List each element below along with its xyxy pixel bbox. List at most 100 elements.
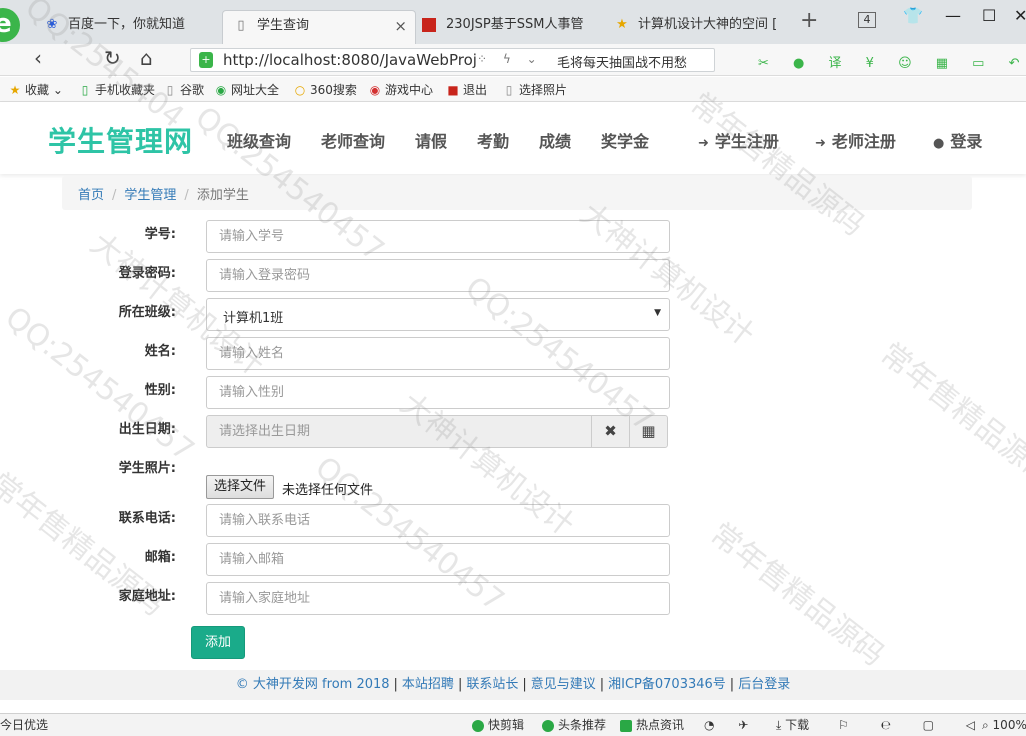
menu-grades[interactable]: 成绩 (539, 128, 571, 152)
site-brand[interactable]: 学生管理网 (48, 120, 193, 160)
page-icon: ▯ (166, 83, 174, 97)
choose-file-button[interactable]: 选择文件 (206, 475, 275, 499)
bookmark-mobile[interactable]: ▯ 手机收藏夹 (78, 81, 155, 98)
footer-recruit-link[interactable]: 本站招聘 (402, 677, 454, 692)
gender-input[interactable] (206, 376, 670, 409)
footer-separator: | (599, 677, 605, 692)
bookmark-exit[interactable]: ■ 退出 (446, 81, 487, 98)
address-news[interactable]: 毛将每天抽国战不用愁 (557, 52, 687, 71)
breadcrumb-home[interactable]: 首页 (78, 188, 104, 203)
tab-count-badge[interactable]: 4 (858, 12, 876, 28)
maximize-icon[interactable]: ☐ (982, 6, 996, 25)
menu-teacher-register[interactable]: ➜ 老师注册 (815, 128, 896, 152)
bookmark-360[interactable]: ○ 360搜索 (293, 81, 357, 98)
home-icon[interactable]: ⌂ (140, 46, 153, 70)
address-label: 家庭地址: (118, 589, 176, 604)
play-icon (472, 719, 484, 732)
status-extra-icons[interactable]: ⚐ ℮ ▢ ◁ (838, 714, 989, 736)
menu-student-register[interactable]: ➜ 学生注册 (698, 128, 779, 152)
calendar-icon[interactable]: ▦ (629, 415, 668, 448)
minimize-icon[interactable]: — (945, 6, 961, 25)
browser-logo-icon: e (0, 8, 20, 42)
search-360-icon: ○ (294, 83, 306, 97)
tab-space[interactable]: ★ 计算机设计大神的空间 [ (604, 10, 794, 44)
close-window-icon[interactable]: ✕ (1014, 6, 1026, 25)
bookmark-photos[interactable]: ▯ 选择照片 (502, 81, 567, 98)
bookmark-label: 选择照片 (519, 83, 568, 97)
status-headlines[interactable]: 头条推荐 (542, 714, 606, 736)
status-label: 热点资讯 (636, 718, 685, 732)
footer-copyright[interactable]: © 大神开发网 from 2018 (236, 677, 390, 692)
bookmark-label: 手机收藏夹 (95, 83, 156, 97)
new-tab-icon[interactable]: + (800, 8, 818, 33)
menu-label: 学生注册 (714, 132, 779, 151)
address-bar[interactable]: + http://localhost:8080/JavaWebProj ⁘ ϟ … (190, 48, 715, 72)
add-button[interactable]: 添加 (191, 626, 245, 659)
clear-date-icon[interactable]: ✖ (591, 415, 630, 448)
footer-separator: | (522, 677, 527, 692)
status-hot-news[interactable]: 热点资讯 (620, 714, 684, 736)
tab-title: 计算机设计大神的空间 [ (638, 17, 778, 32)
name-label: 姓名: (144, 344, 176, 359)
menu-leave[interactable]: 请假 (415, 128, 447, 152)
menu-class-query[interactable]: 班级查询 (227, 128, 291, 152)
tab-student-query[interactable]: ▯ 学生查询 × (222, 10, 416, 44)
address-tools-icon[interactable]: ⁘ ϟ ⌄ (477, 52, 543, 66)
breadcrumb-student-management[interactable]: 学生管理 (124, 188, 176, 203)
email-input[interactable] (206, 543, 670, 576)
bookmark-games[interactable]: ◉ 游戏中心 (368, 81, 433, 98)
browser-status-bar: 今日优选 快剪辑 头条推荐 热点资讯 ◔ ✈ ⤓ 下载 ⚐ ℮ ▢ ◁ ⌕ 10… (0, 713, 1026, 736)
phone-input[interactable] (206, 504, 670, 537)
address-url[interactable]: http://localhost:8080/JavaWebProj (223, 51, 477, 69)
dropdown-arrow-icon: ▼ (654, 308, 661, 318)
skin-icon[interactable]: 👕 (903, 6, 923, 25)
phone-label: 联系电话: (118, 511, 176, 526)
menu-scholarship[interactable]: 奖学金 (601, 128, 649, 152)
student-no-label: 学号: (144, 227, 176, 242)
reload-icon[interactable]: ↻ (104, 46, 121, 70)
address-input[interactable] (206, 582, 670, 615)
file-status-text: 未选择任何文件 (282, 483, 374, 498)
red-square-icon (422, 18, 436, 32)
footer-contact-link[interactable]: 联系站长 (466, 677, 518, 692)
status-tool-icons[interactable]: ◔ ✈ (704, 714, 758, 736)
sign-in-icon: ➜ (815, 136, 826, 151)
class-select[interactable]: 计算机1班 ▼ (206, 298, 670, 331)
menu-teacher-query[interactable]: 老师查询 (321, 128, 385, 152)
footer-separator: | (729, 677, 735, 692)
bookmark-favorites[interactable]: ★ 收藏 ⌄ (8, 81, 63, 98)
password-label: 登录密码: (118, 266, 176, 281)
email-label: 邮箱: (144, 550, 176, 565)
footer-feedback-link[interactable]: 意见与建议 (531, 677, 596, 692)
footer-icp-link[interactable]: 湘ICP备0703346号 (608, 677, 726, 692)
tab-title: 230JSP基于SSM人事管 (446, 17, 584, 32)
bookmarks-bar: ★ 收藏 ⌄ ▯ 手机收藏夹 ▯ 谷歌 ◉ 网址大全 ○ 360搜索 ◉ 游戏中心 ■ 退出 … (0, 77, 1026, 102)
bookmark-google[interactable]: ▯ 谷歌 (163, 81, 204, 98)
name-input[interactable] (206, 337, 670, 370)
status-today-picks[interactable]: 今日优选 (0, 714, 48, 736)
back-icon[interactable]: ‹ (34, 46, 42, 70)
site-header: 学生管理网 班级查询 老师查询 请假 考勤 成绩 奖学金 ➜ 学生注册 ➜ 老师注册… (0, 102, 1026, 174)
student-no-input[interactable] (206, 220, 670, 253)
tab-ssm[interactable]: 230JSP基于SSM人事管 (412, 10, 604, 44)
menu-attendance[interactable]: 考勤 (477, 128, 509, 152)
menu-label: 登录 (950, 132, 983, 151)
breadcrumb-separator: / (184, 188, 189, 203)
footer-admin-login-link[interactable]: 后台登录 (738, 677, 790, 692)
class-select-value: 计算机1班 (223, 311, 284, 326)
extension-icons[interactable]: ✂ ● 译 ¥ ☺ ▦ ▭ ↶ ≡ (758, 52, 1026, 71)
password-input[interactable] (206, 259, 670, 292)
close-tab-icon[interactable]: × (394, 11, 407, 41)
browser-toolbar: ‹ ↻ ⌂ + http://localhost:8080/JavaWebPro… (0, 44, 1026, 76)
birthday-input[interactable] (206, 415, 592, 448)
game-icon: ◉ (369, 83, 381, 97)
status-quick-clip[interactable]: 快剪辑 (472, 714, 524, 736)
birthday-picker: ✖ ▦ (206, 415, 670, 448)
tab-baidu[interactable]: ❀ 百度一下，你就知道 (34, 10, 220, 44)
menu-login[interactable]: ● 登录 (933, 128, 982, 152)
status-zoom[interactable]: ⌕ 100% (982, 714, 1026, 736)
status-download[interactable]: ⤓ 下载 (776, 714, 809, 736)
bookmark-url-directory[interactable]: ◉ 网址大全 (214, 81, 279, 98)
page-icon: ▯ (237, 18, 245, 33)
bookmark-label: 360搜索 (310, 83, 357, 97)
